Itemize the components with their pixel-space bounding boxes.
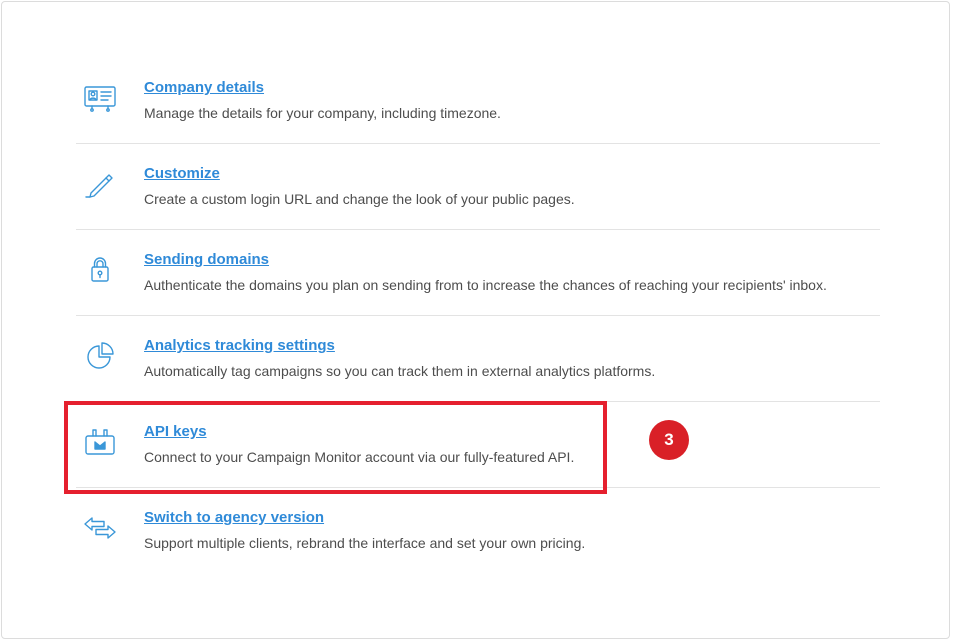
settings-list: Company details Manage the details for y… bbox=[76, 58, 880, 574]
lock-icon bbox=[82, 252, 118, 288]
analytics-tracking-link[interactable]: Analytics tracking settings bbox=[144, 337, 335, 354]
customize-description: Create a custom login URL and change the… bbox=[144, 191, 575, 207]
agency-version-description: Support multiple clients, rebrand the in… bbox=[144, 535, 586, 551]
analytics-tracking-description: Automatically tag campaigns so you can t… bbox=[144, 363, 656, 379]
company-details-link[interactable]: Company details bbox=[144, 79, 264, 96]
settings-item-customize: Customize Create a custom login URL and … bbox=[76, 144, 880, 230]
settings-item-analytics-tracking: Analytics tracking settings Automaticall… bbox=[76, 316, 880, 402]
step-number-badge: 3 bbox=[649, 420, 689, 460]
settings-item-agency-version: Switch to agency version Support multipl… bbox=[76, 488, 880, 574]
company-details-description: Manage the details for your company, inc… bbox=[144, 105, 501, 121]
pie-chart-icon bbox=[82, 338, 118, 374]
id-card-icon bbox=[82, 80, 118, 116]
api-keys-link[interactable]: API keys bbox=[144, 423, 207, 440]
settings-item-sending-domains: Sending domains Authenticate the domains… bbox=[76, 230, 880, 316]
sending-domains-description: Authenticate the domains you plan on sen… bbox=[144, 277, 827, 293]
switch-arrows-icon bbox=[82, 510, 118, 546]
settings-panel: Company details Manage the details for y… bbox=[1, 1, 950, 639]
settings-item-company-details: Company details Manage the details for y… bbox=[76, 58, 880, 144]
pencil-icon bbox=[82, 166, 118, 202]
settings-item-api-keys: API keys Connect to your Campaign Monito… bbox=[76, 402, 880, 488]
sending-domains-link[interactable]: Sending domains bbox=[144, 251, 269, 268]
api-keys-description: Connect to your Campaign Monitor account… bbox=[144, 449, 575, 465]
agency-version-link[interactable]: Switch to agency version bbox=[144, 509, 324, 526]
customize-link[interactable]: Customize bbox=[144, 165, 220, 182]
api-plug-icon bbox=[82, 424, 118, 460]
